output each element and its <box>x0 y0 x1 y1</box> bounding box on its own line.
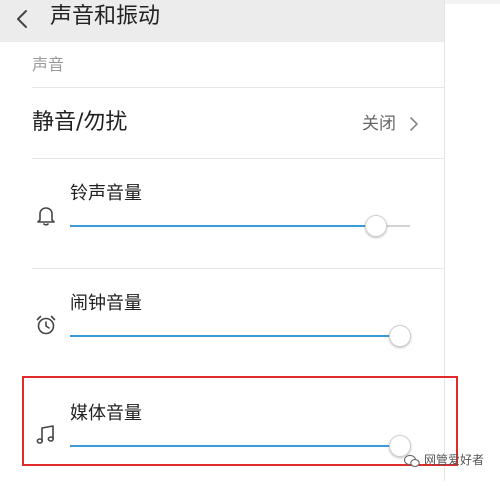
slider-thumb[interactable] <box>365 215 387 237</box>
chevron-left-icon <box>17 10 27 28</box>
back-button[interactable] <box>10 4 36 34</box>
slider-thumb[interactable] <box>388 325 411 347</box>
do-not-disturb-label: 静音/勿扰 <box>32 110 128 135</box>
ringtone-volume-row: 铃声音量 <box>0 158 444 268</box>
highlight-box <box>22 376 458 466</box>
page-title: 声音和振动 <box>50 4 161 29</box>
ringtone-volume-label: 铃声音量 <box>70 183 142 204</box>
alarm-volume-slider[interactable] <box>70 324 411 348</box>
alarm-volume-label: 闹钟音量 <box>70 293 142 314</box>
alarm-clock-icon <box>36 315 56 335</box>
slider-fill <box>70 225 376 227</box>
section-label: 声音 <box>32 55 65 74</box>
wechat-icon <box>404 454 420 467</box>
do-not-disturb-value: 关闭 <box>362 114 396 134</box>
alarm-volume-row: 闹钟音量 <box>0 268 444 378</box>
watermark-text: 网管爱好者 <box>424 453 485 467</box>
ringtone-volume-slider[interactable] <box>70 214 410 238</box>
bell-icon <box>37 207 55 226</box>
watermark: 网管爱好者 <box>404 450 484 470</box>
chevron-right-icon <box>410 117 418 131</box>
header-bar: 声音和振动 <box>0 0 444 42</box>
slider-fill <box>70 335 400 337</box>
do-not-disturb-row[interactable]: 静音/勿扰 关闭 <box>0 88 444 158</box>
